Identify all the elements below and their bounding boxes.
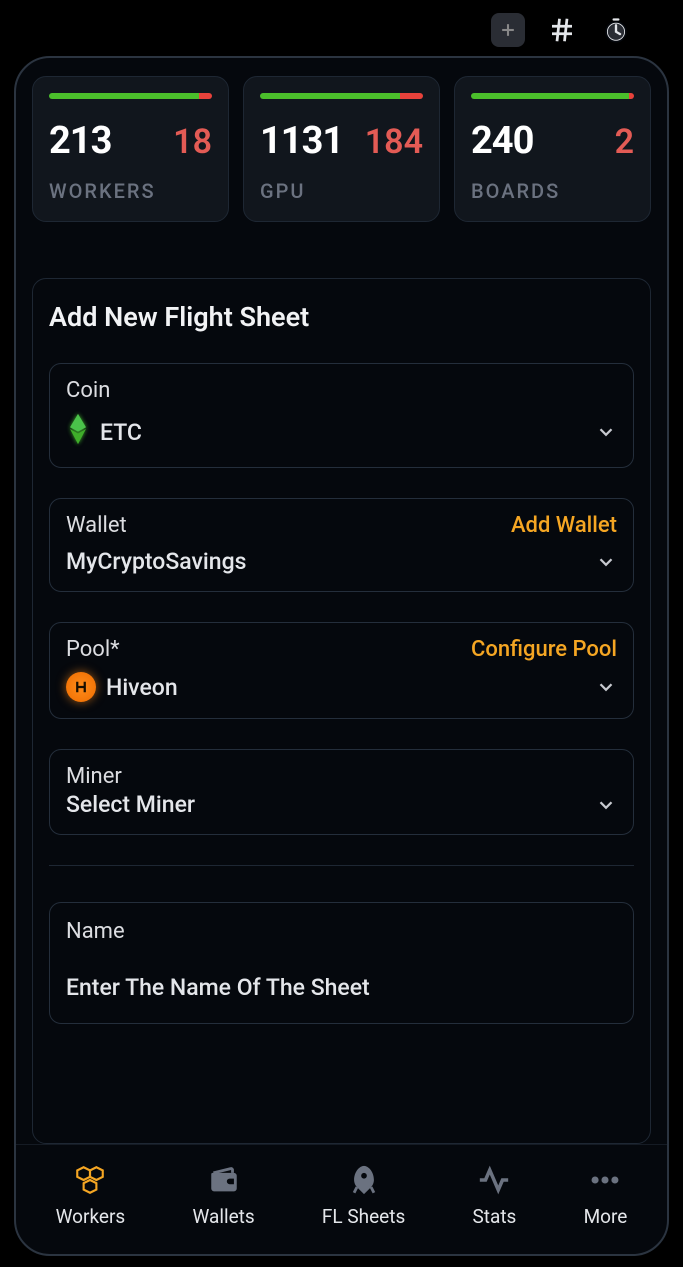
etc-coin-icon (66, 413, 90, 451)
nav-workers[interactable]: Workers (56, 1163, 126, 1228)
nav-wallets-label: Wallets (192, 1205, 254, 1228)
nav-stats-label: Stats (472, 1205, 516, 1228)
wallet-value: MyCryptoSavings (66, 548, 246, 575)
nav-wallets[interactable]: Wallets (192, 1163, 254, 1228)
nav-more-label: More (584, 1205, 628, 1228)
nav-flsheets-label: FL Sheets (322, 1205, 405, 1228)
nav-stats[interactable]: Stats (472, 1163, 516, 1228)
stat-card-workers[interactable]: 213 18 WORKERS (32, 76, 229, 222)
pool-label: Pool* (66, 637, 120, 662)
chevron-down-icon (595, 794, 617, 816)
configure-pool-link[interactable]: Configure Pool (471, 637, 617, 662)
pool-value: Hiveon (106, 674, 178, 701)
nav-flsheets[interactable]: FL Sheets (322, 1163, 405, 1228)
wallet-icon (207, 1163, 241, 1197)
wallet-select[interactable]: Wallet Add Wallet MyCryptoSavings (49, 498, 634, 592)
nav-workers-label: Workers (56, 1205, 126, 1228)
workers-label: WORKERS (49, 179, 212, 203)
stats-row: 213 18 WORKERS 1131 184 GPU 240 2 BOARDS (16, 58, 667, 222)
gpu-label: GPU (260, 179, 423, 203)
divider (49, 865, 634, 866)
workers-count: 213 (49, 119, 111, 163)
rocket-icon (347, 1163, 381, 1197)
name-input[interactable]: Name Enter The Name Of The Sheet (49, 902, 634, 1024)
more-icon (588, 1163, 622, 1197)
boards-alert: 2 (615, 122, 634, 162)
gpu-alert: 184 (365, 122, 423, 162)
nav-more[interactable]: More (584, 1163, 628, 1228)
miner-value: Select Miner (66, 791, 195, 818)
workers-alert: 18 (173, 122, 212, 162)
boards-count: 240 (471, 119, 533, 163)
add-wallet-link[interactable]: Add Wallet (511, 513, 617, 538)
chevron-down-icon (595, 551, 617, 573)
pool-select[interactable]: Pool* Configure Pool Hiveon (49, 622, 634, 719)
coin-value: ETC (100, 419, 142, 446)
wallet-label: Wallet (66, 513, 127, 538)
hash-icon[interactable] (545, 13, 579, 47)
chevron-down-icon (595, 676, 617, 698)
bottom-nav: Workers Wallets FL Sheets Stats More (16, 1144, 667, 1254)
name-label: Name (66, 919, 125, 944)
miner-select[interactable]: Miner Select Miner (49, 749, 634, 835)
stat-card-gpu[interactable]: 1131 184 GPU (243, 76, 440, 222)
boards-label: BOARDS (471, 179, 634, 203)
honeycomb-icon (73, 1163, 107, 1197)
name-placeholder: Enter The Name Of The Sheet (66, 974, 617, 1001)
hiveon-icon (66, 672, 96, 702)
coin-select[interactable]: Coin ETC (49, 363, 634, 468)
timer-icon[interactable] (599, 13, 633, 47)
miner-label: Miner (66, 764, 122, 789)
coin-label: Coin (66, 378, 110, 403)
stat-card-boards[interactable]: 240 2 BOARDS (454, 76, 651, 222)
gpu-count: 1131 (260, 119, 343, 163)
page-title: Add New Flight Sheet (49, 301, 634, 333)
chevron-down-icon (595, 421, 617, 443)
activity-icon (477, 1163, 511, 1197)
add-icon[interactable] (491, 13, 525, 47)
